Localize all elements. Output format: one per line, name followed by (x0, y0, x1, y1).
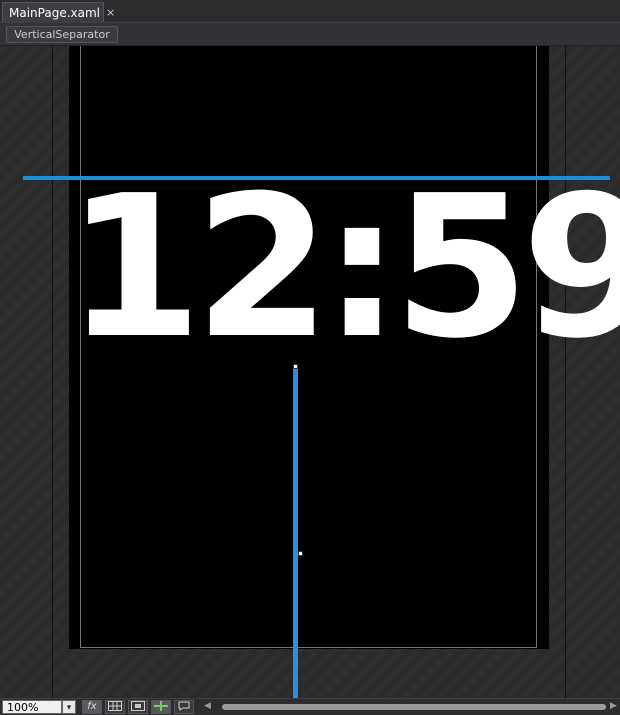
scroll-right-icon[interactable]: ▶ (610, 701, 617, 711)
resize-handle-top[interactable] (293, 364, 298, 369)
snap-grid-icon[interactable] (128, 700, 148, 714)
tab-label: MainPage.xaml (9, 5, 100, 20)
designer-toolbar: 100% ▾ fx ◀ ▶ (0, 698, 620, 714)
annotation-icon[interactable] (174, 700, 194, 714)
horizontal-separator[interactable] (23, 176, 610, 180)
scrollbar-thumb[interactable] (222, 704, 606, 710)
vertical-separator[interactable] (293, 366, 298, 698)
snap-lines-icon[interactable] (151, 700, 171, 714)
grid-glyph (108, 701, 122, 711)
annotation-glyph (178, 701, 190, 711)
close-icon[interactable]: × (106, 6, 115, 19)
clock-text[interactable]: 12:59 (66, 170, 620, 366)
breadcrumb-item[interactable]: VerticalSeparator (6, 26, 118, 43)
snap-grid-glyph (131, 701, 145, 711)
chevron-down-icon[interactable]: ▾ (62, 700, 76, 714)
tab-mainpage-xaml[interactable]: MainPage.xaml × (2, 2, 115, 22)
fx-icon[interactable]: fx (82, 700, 102, 714)
horizontal-scrollbar[interactable] (222, 704, 606, 710)
document-tab-strip: MainPage.xaml × (0, 0, 620, 22)
grid-icon[interactable] (105, 700, 125, 714)
snap-lines-glyph (154, 701, 168, 711)
scroll-left-icon[interactable]: ◀ (204, 701, 211, 711)
fx-label: fx (87, 701, 97, 712)
zoom-field[interactable]: 100% (2, 700, 62, 714)
resize-handle-middle[interactable] (298, 551, 303, 556)
column-guide-left (52, 46, 53, 698)
breadcrumb: VerticalSeparator (0, 22, 620, 46)
